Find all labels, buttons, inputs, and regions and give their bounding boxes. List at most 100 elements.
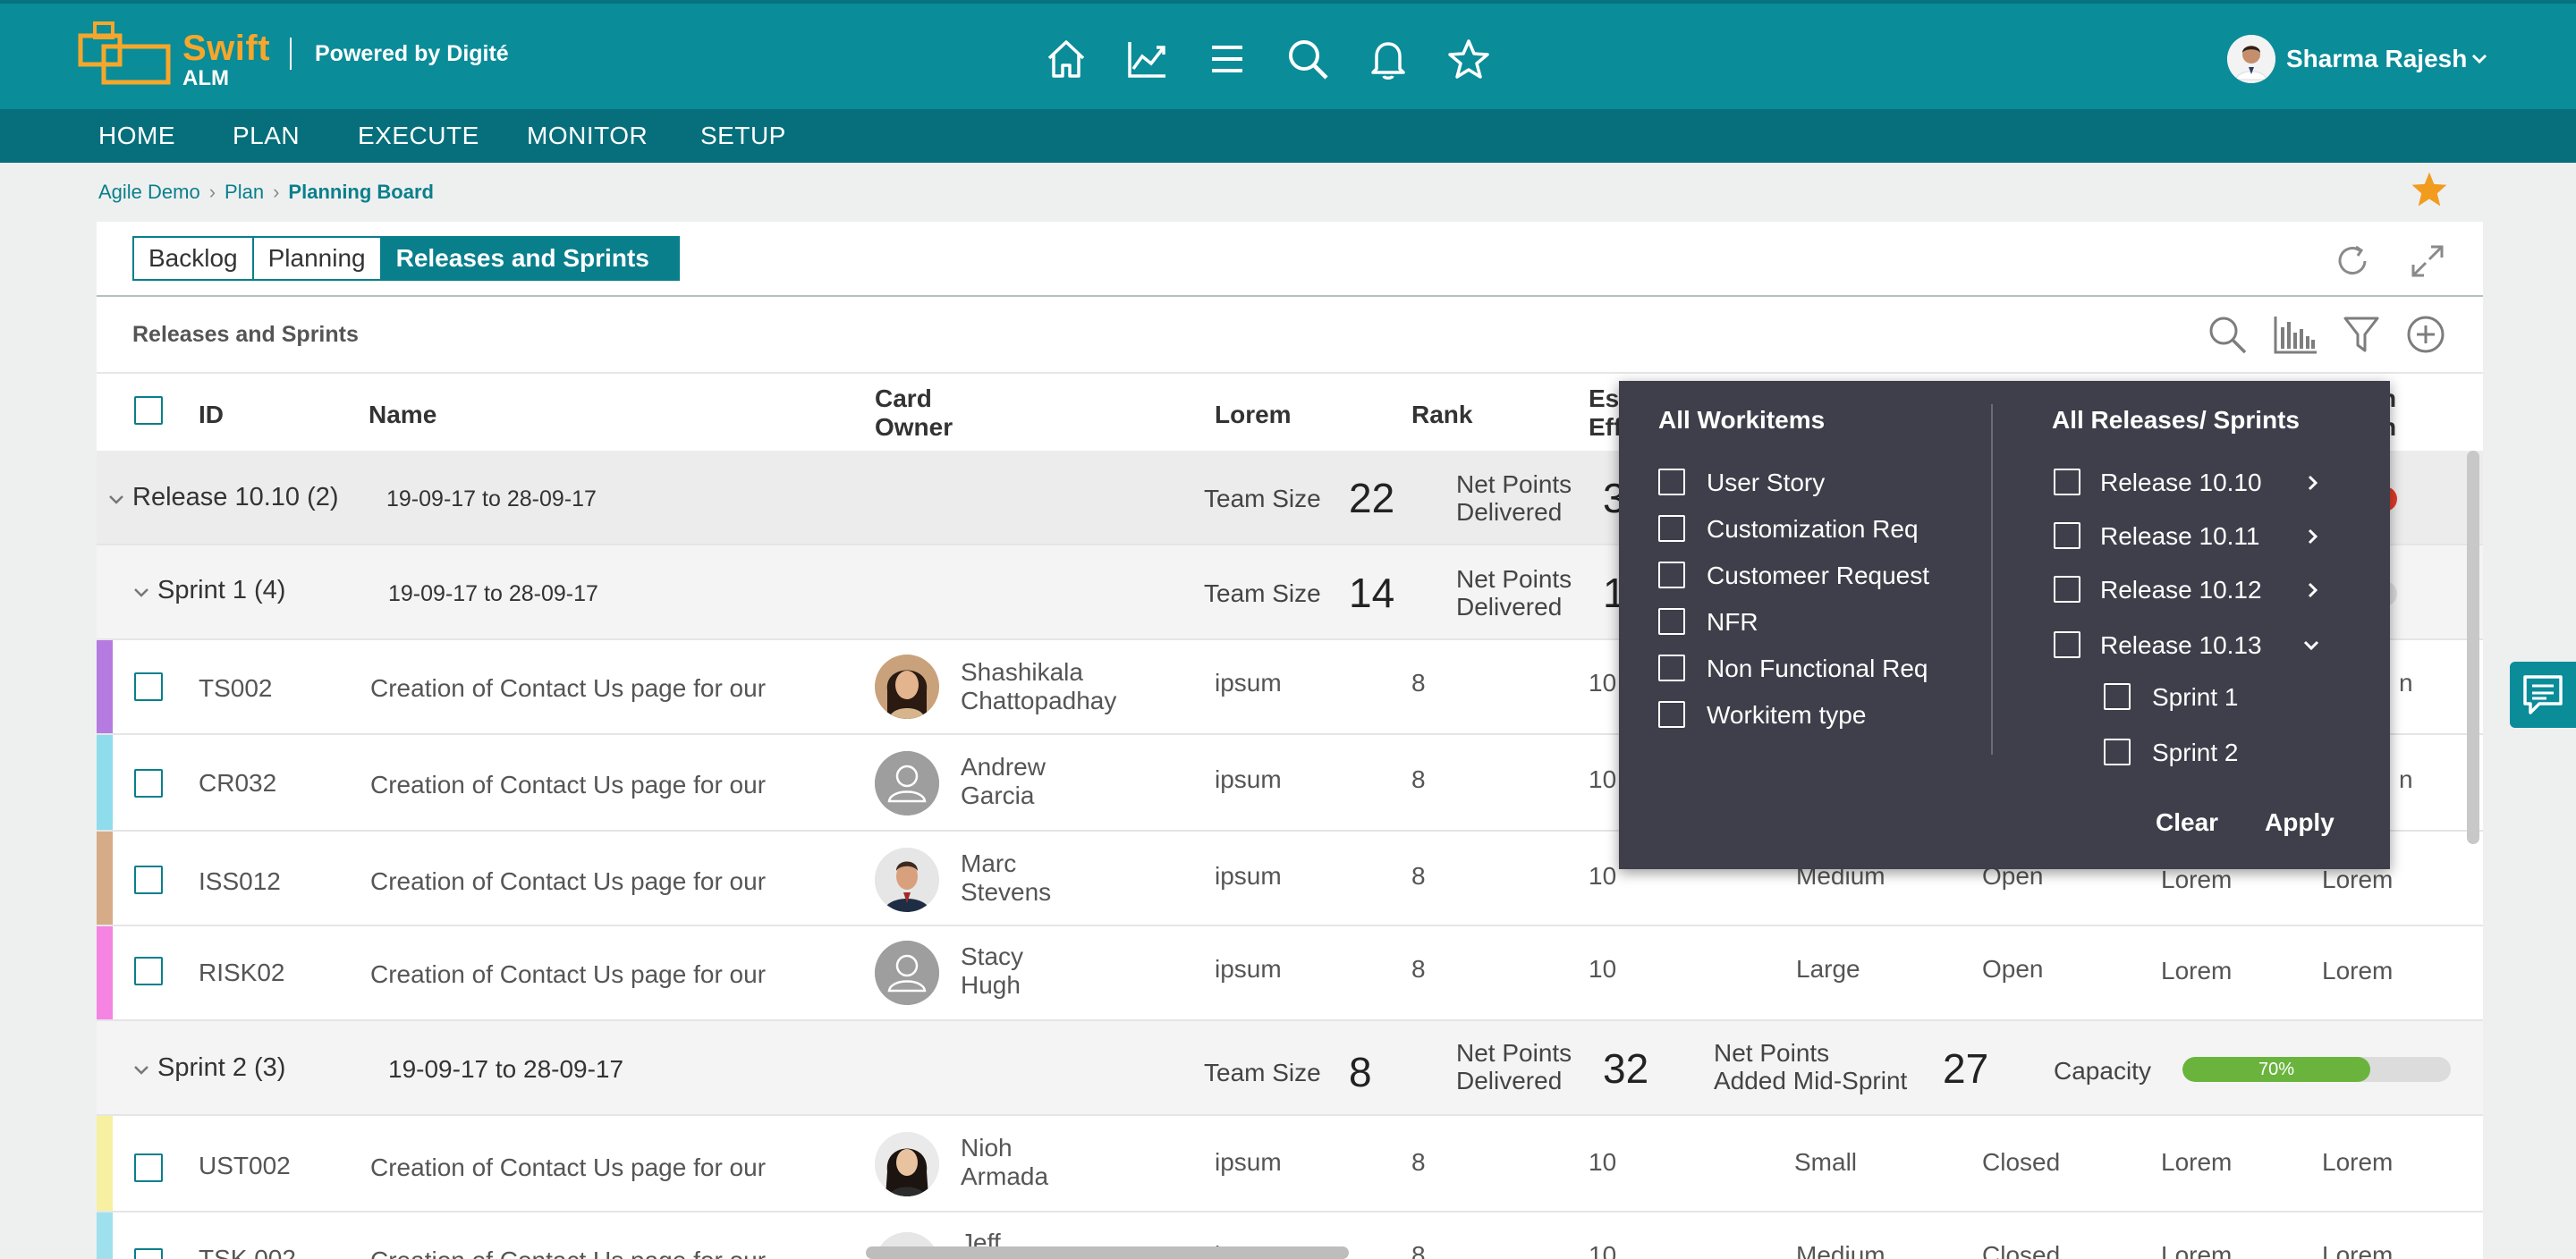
chevron-down-icon[interactable] bbox=[132, 587, 150, 599]
col-est-line2: Eff bbox=[1589, 413, 1623, 441]
item-name[interactable]: Creation of Contact Us page for our bbox=[370, 1246, 766, 1259]
label-release-10-10[interactable]: Release 10.10 bbox=[2100, 469, 2262, 497]
star-icon[interactable] bbox=[1440, 30, 1497, 88]
checkbox-release-10-13[interactable] bbox=[2054, 631, 2080, 658]
row-checkbox[interactable] bbox=[134, 1153, 163, 1182]
col-lorem[interactable]: Lorem bbox=[1215, 401, 1292, 429]
vertical-scrollbar[interactable] bbox=[2467, 451, 2479, 844]
table-row[interactable]: UST002 Creation of Contact Us page for o… bbox=[97, 1116, 2483, 1213]
chevron-right-icon[interactable] bbox=[2306, 528, 2320, 545]
checkbox-workitem-type[interactable] bbox=[1658, 701, 1685, 728]
col-rank[interactable]: Rank bbox=[1411, 401, 1472, 429]
chart-icon[interactable] bbox=[2272, 313, 2318, 360]
label-non-functional-req[interactable]: Non Functional Req bbox=[1707, 655, 1928, 683]
nav-execute[interactable]: EXECUTE bbox=[358, 122, 479, 150]
item-id[interactable]: RISK02 bbox=[199, 959, 285, 987]
nav-monitor[interactable]: MONITOR bbox=[527, 122, 648, 150]
feedback-button[interactable] bbox=[2510, 662, 2576, 728]
label-nfr[interactable]: NFR bbox=[1707, 608, 1758, 637]
checkbox-release-10-11[interactable] bbox=[2054, 522, 2080, 549]
tab-releases-and-sprints[interactable]: Releases and Sprints bbox=[381, 236, 680, 281]
label-customer-request[interactable]: Customeer Request bbox=[1707, 562, 1929, 590]
breadcrumb-separator-icon: › bbox=[208, 181, 216, 203]
item-name[interactable]: Creation of Contact Us page for our bbox=[370, 674, 766, 703]
label-user-story[interactable]: User Story bbox=[1707, 469, 1825, 497]
item-id[interactable]: TS002 bbox=[199, 674, 273, 703]
chevron-right-icon[interactable] bbox=[2306, 581, 2320, 599]
chevron-down-icon[interactable] bbox=[132, 1064, 150, 1077]
col-card-owner[interactable]: Card Owner bbox=[875, 384, 953, 442]
checkbox-non-functional-req[interactable] bbox=[1658, 655, 1685, 681]
checkbox-nfr[interactable] bbox=[1658, 608, 1685, 635]
chevron-down-icon[interactable] bbox=[2302, 638, 2320, 653]
add-circle-icon[interactable] bbox=[2404, 313, 2447, 360]
item-id[interactable]: TSK 002 bbox=[199, 1245, 296, 1259]
table-row[interactable]: RISK02 Creation of Contact Us page for o… bbox=[97, 926, 2483, 1021]
filter-icon[interactable] bbox=[2342, 313, 2381, 360]
sprint-row[interactable]: Sprint 2 (3) 19-09-17 to 28-09-17 Team S… bbox=[97, 1021, 2483, 1116]
home-icon[interactable] bbox=[1038, 30, 1095, 88]
sprint-label: Sprint 1 (4) bbox=[157, 576, 286, 604]
expand-icon[interactable] bbox=[2408, 241, 2447, 285]
item-id[interactable]: CR032 bbox=[199, 769, 276, 798]
label-customization-req[interactable]: Customization Req bbox=[1707, 515, 1919, 544]
checkbox-sprint-1[interactable] bbox=[2104, 683, 2131, 710]
item-name[interactable]: Creation of Contact Us page for our bbox=[370, 867, 766, 896]
row-checkbox[interactable] bbox=[134, 672, 163, 701]
col-name[interactable]: Name bbox=[369, 401, 436, 429]
select-all-checkbox[interactable] bbox=[134, 396, 163, 425]
nav-home[interactable]: HOME bbox=[98, 122, 175, 150]
row-checkbox[interactable] bbox=[134, 957, 163, 985]
checkbox-customer-request[interactable] bbox=[1658, 562, 1685, 588]
nav-plan[interactable]: PLAN bbox=[233, 122, 300, 150]
clear-button[interactable]: Clear bbox=[2156, 808, 2218, 837]
label-sprint-1[interactable]: Sprint 1 bbox=[2152, 683, 2239, 712]
row-checkbox[interactable] bbox=[134, 866, 163, 894]
search-icon[interactable] bbox=[2206, 313, 2249, 360]
checkbox-release-10-12[interactable] bbox=[2054, 576, 2080, 603]
card-owner: Andrew Garcia bbox=[961, 753, 1046, 810]
bell-icon[interactable] bbox=[1360, 30, 1417, 88]
refresh-icon[interactable] bbox=[2333, 241, 2372, 285]
label-release-10-11[interactable]: Release 10.11 bbox=[2100, 522, 2260, 551]
breadcrumb-plan[interactable]: Plan bbox=[225, 181, 264, 204]
logo[interactable]: Swift ALM bbox=[77, 20, 274, 91]
col-id[interactable]: ID bbox=[199, 401, 224, 429]
top-header: Swift ALM Powered by Digité Sharma Rajes… bbox=[0, 0, 2576, 109]
checkbox-customization-req[interactable] bbox=[1658, 515, 1685, 542]
menu-icon[interactable] bbox=[1199, 30, 1256, 88]
team-size-value: 14 bbox=[1349, 570, 1395, 616]
item-rank: 8 bbox=[1411, 1241, 1426, 1259]
avatar bbox=[875, 751, 939, 815]
item-id[interactable]: UST002 bbox=[199, 1152, 291, 1180]
checkbox-user-story[interactable] bbox=[1658, 469, 1685, 495]
chevron-right-icon[interactable] bbox=[2306, 474, 2320, 492]
label-sprint-2[interactable]: Sprint 2 bbox=[2152, 739, 2239, 767]
breadcrumb: Agile Demo › Plan › Planning Board bbox=[98, 181, 434, 204]
favorite-star-icon[interactable] bbox=[2410, 170, 2449, 214]
item-name[interactable]: Creation of Contact Us page for our bbox=[370, 771, 766, 799]
item-id[interactable]: ISS012 bbox=[199, 867, 281, 896]
item-rank: 8 bbox=[1411, 1148, 1426, 1176]
workitems-heading: All Workitems bbox=[1658, 406, 1826, 434]
tab-backlog[interactable]: Backlog bbox=[132, 236, 252, 281]
breadcrumb-agile-demo[interactable]: Agile Demo bbox=[98, 181, 200, 204]
checkbox-release-10-10[interactable] bbox=[2054, 469, 2080, 495]
label-release-10-12[interactable]: Release 10.12 bbox=[2100, 576, 2262, 604]
releases-heading: All Releases/ Sprints bbox=[2052, 406, 2301, 434]
label-workitem-type[interactable]: Workitem type bbox=[1707, 701, 1866, 730]
checkbox-sprint-2[interactable] bbox=[2104, 739, 2131, 765]
user-menu[interactable]: Sharma Rajesh bbox=[2227, 34, 2488, 84]
row-checkbox[interactable] bbox=[134, 769, 163, 798]
horizontal-scrollbar[interactable] bbox=[866, 1246, 1349, 1259]
chevron-down-icon[interactable] bbox=[107, 494, 125, 506]
item-name[interactable]: Creation of Contact Us page for our bbox=[370, 960, 766, 989]
label-release-10-13[interactable]: Release 10.13 bbox=[2100, 631, 2262, 660]
apply-button[interactable]: Apply bbox=[2265, 808, 2334, 837]
search-icon[interactable] bbox=[1279, 30, 1336, 88]
item-name[interactable]: Creation of Contact Us page for our bbox=[370, 1153, 766, 1182]
row-checkbox[interactable] bbox=[134, 1248, 163, 1259]
nav-setup[interactable]: SETUP bbox=[700, 122, 786, 150]
analytics-icon[interactable] bbox=[1118, 30, 1175, 88]
tab-planning[interactable]: Planning bbox=[251, 236, 382, 281]
